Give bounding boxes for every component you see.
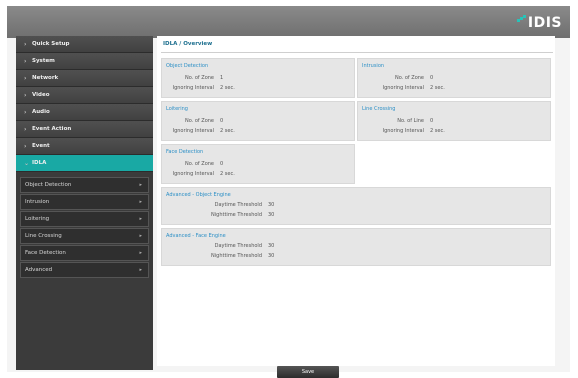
logo-text: IDIS xyxy=(527,15,562,31)
caret-right-icon: ▸ xyxy=(139,199,142,205)
logo-mark-icon xyxy=(516,14,526,24)
info-row: Ignoring Interval 2 sec. xyxy=(382,128,445,134)
info-row: No. of Zone 0 xyxy=(184,161,224,167)
info-row: Daytime Threshold 30 xyxy=(214,202,275,208)
breadcrumb-divider xyxy=(161,52,553,53)
panel-advanced-face-engine: Advanced - Face Engine Daytime Threshold… xyxy=(161,228,551,266)
idis-logo: IDIS xyxy=(516,14,562,31)
chevron-right-icon: › xyxy=(24,74,27,82)
panel-advanced-object-engine: Advanced - Object Engine Daytime Thresho… xyxy=(161,187,551,225)
panel-object-detection: Object Detection No. of Zone 1 Ignoring I… xyxy=(161,58,355,98)
caret-right-icon: ▸ xyxy=(139,216,142,222)
panel-face-detection: Face Detection No. of Zone 0 Ignoring Int… xyxy=(161,144,355,184)
panel-title: Loitering xyxy=(166,106,188,112)
info-row: No. of Line 0 xyxy=(397,118,434,124)
chevron-right-icon: › xyxy=(24,142,27,150)
info-row: Ignoring Interval 2 sec. xyxy=(172,171,235,177)
sidebar-item-event-action[interactable]: › Event Action xyxy=(16,121,153,138)
panel-intrusion: Intrusion No. of Zone 0 Ignoring Interval… xyxy=(357,58,551,98)
sidebar-item-audio[interactable]: › Audio xyxy=(16,104,153,121)
save-button[interactable]: Save xyxy=(277,366,339,378)
info-row: No. of Zone 0 xyxy=(184,118,224,124)
sidebar-item-system[interactable]: › System xyxy=(16,53,153,70)
info-row: Nighttime Threshold 30 xyxy=(211,212,275,218)
submenu-item-line-crossing[interactable]: Line Crossing ▸ xyxy=(20,228,149,244)
panel-line-crossing: Line Crossing No. of Line 0 Ignoring Inte… xyxy=(357,101,551,141)
sidebar: › Quick Setup › System › Network › Video › Au… xyxy=(16,36,153,370)
idla-submenu: Object Detection ▸ Intrusion ▸ Loitering ▸ … xyxy=(16,172,153,278)
submenu-item-face-detection[interactable]: Face Detection ▸ xyxy=(20,245,149,261)
sidebar-item-video[interactable]: › Video xyxy=(16,87,153,104)
info-row: Daytime Threshold 30 xyxy=(214,243,275,249)
breadcrumb: IDLA / Overview xyxy=(163,41,213,47)
chevron-right-icon: › xyxy=(24,57,27,65)
panel-title: Face Detection xyxy=(166,149,204,155)
submenu-item-loitering[interactable]: Loitering ▸ xyxy=(20,211,149,227)
chevron-right-icon: › xyxy=(24,108,27,116)
submenu-item-advanced[interactable]: Advanced ▸ xyxy=(20,262,149,278)
panel-title: Intrusion xyxy=(362,63,385,69)
caret-right-icon: ▸ xyxy=(139,233,142,239)
panel-title: Line Crossing xyxy=(362,106,396,112)
info-row: Ignoring Interval 2 sec. xyxy=(172,85,235,91)
sidebar-item-quick-setup[interactable]: › Quick Setup xyxy=(16,36,153,53)
submenu-item-intrusion[interactable]: Intrusion ▸ xyxy=(20,194,149,210)
chevron-right-icon: › xyxy=(24,91,27,99)
chevron-right-icon: › xyxy=(24,125,27,133)
panel-title: Advanced - Object Engine xyxy=(166,192,231,198)
submenu-item-object-detection[interactable]: Object Detection ▸ xyxy=(20,177,149,193)
info-row: No. of Zone 0 xyxy=(394,75,434,81)
panel-title: Object Detection xyxy=(166,63,209,69)
chevron-down-icon: ⌄ xyxy=(24,159,30,167)
info-row: No. of Zone 1 xyxy=(184,75,224,81)
info-row: Nighttime Threshold 30 xyxy=(211,253,275,259)
sidebar-item-idla[interactable]: ⌄ IDLA xyxy=(16,155,153,172)
caret-right-icon: ▸ xyxy=(139,182,142,188)
panel-title: Advanced - Face Engine xyxy=(166,233,226,239)
caret-right-icon: ▸ xyxy=(139,250,142,256)
panel-loitering: Loitering No. of Zone 0 Ignoring Interval… xyxy=(161,101,355,141)
chevron-right-icon: › xyxy=(24,40,27,48)
sidebar-item-event[interactable]: › Event xyxy=(16,138,153,155)
info-row: Ignoring Interval 2 sec. xyxy=(382,85,445,91)
top-header-bar: IDIS xyxy=(7,6,570,38)
caret-right-icon: ▸ xyxy=(139,267,142,273)
sidebar-item-network[interactable]: › Network xyxy=(16,70,153,87)
info-row: Ignoring Interval 2 sec. xyxy=(172,128,235,134)
main-content: IDLA / Overview Object Detection No. of … xyxy=(157,36,555,366)
